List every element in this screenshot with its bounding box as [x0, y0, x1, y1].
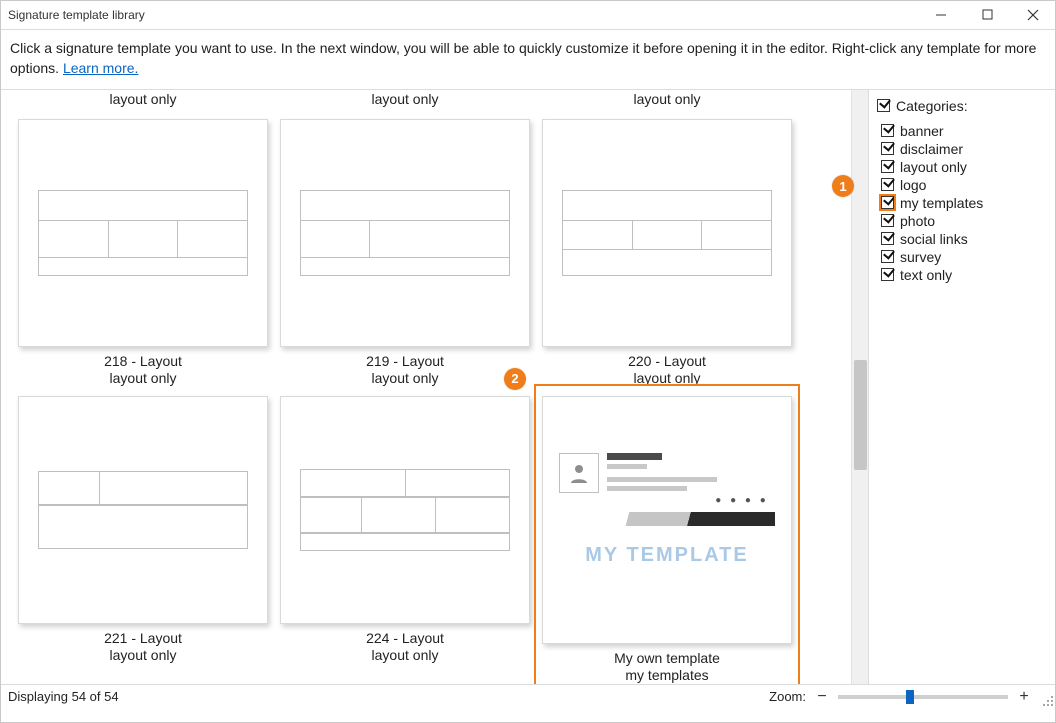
template-title-224: 224 - Layout: [280, 630, 530, 648]
template-sub-cut-c: layout only: [634, 91, 701, 107]
titlebar: Signature template library: [0, 0, 1056, 30]
template-sub-cut-a: layout only: [110, 91, 177, 107]
category-label: text only: [900, 267, 952, 283]
template-title-mytemplate: My own template: [542, 650, 792, 668]
status-text: Displaying 54 of 54: [8, 689, 769, 704]
minimize-button[interactable]: [918, 0, 964, 30]
zoom-slider[interactable]: [838, 695, 1008, 699]
template-card-219[interactable]: [280, 119, 530, 347]
category-item-logo[interactable]: logo: [877, 176, 1048, 194]
dots-icon: ● ● ● ●: [555, 495, 779, 506]
instructions: Click a signature template you want to u…: [0, 30, 1056, 89]
category-checkbox[interactable]: [881, 124, 894, 137]
category-label: banner: [900, 123, 944, 139]
avatar-icon: [559, 453, 599, 493]
zoom-label: Zoom:: [769, 689, 806, 704]
zoom-in-button[interactable]: +: [1016, 689, 1032, 705]
category-checkbox[interactable]: [881, 196, 894, 209]
template-title-221: 221 - Layout: [18, 630, 268, 648]
category-label: social links: [900, 231, 968, 247]
category-item-banner[interactable]: banner: [877, 122, 1048, 140]
instructions-text: Click a signature template you want to u…: [10, 40, 1036, 76]
category-label: layout only: [900, 159, 967, 175]
my-template-brand: MY TEMPLATE: [555, 544, 779, 567]
template-sub-218: layout only: [18, 370, 268, 388]
category-label: my templates: [900, 195, 983, 211]
annotation-badge-1: 1: [832, 175, 854, 197]
template-card-224[interactable]: [280, 396, 530, 624]
category-checkbox[interactable]: [881, 214, 894, 227]
template-sub-220: layout only: [542, 370, 792, 388]
category-checkbox[interactable]: [881, 268, 894, 281]
categories-master-checkbox[interactable]: [877, 99, 890, 112]
annotation-badge-2: 2: [504, 368, 526, 390]
category-item-photo[interactable]: photo: [877, 212, 1048, 230]
window-title: Signature template library: [0, 8, 918, 22]
category-item-survey[interactable]: survey: [877, 248, 1048, 266]
template-sub-221: layout only: [18, 647, 268, 665]
template-card-mytemplate[interactable]: ● ● ● ● MY TEMPLATE: [542, 396, 792, 644]
template-card-221[interactable]: [18, 396, 268, 624]
gallery-scrollbar[interactable]: [851, 90, 868, 684]
category-item-text-only[interactable]: text only: [877, 266, 1048, 284]
category-checkbox[interactable]: [881, 250, 894, 263]
banner-stripe: [559, 512, 775, 526]
template-sub-mytemplate: my templates: [542, 667, 792, 684]
template-title-219: 219 - Layout: [280, 353, 530, 371]
template-title-218: 218 - Layout: [18, 353, 268, 371]
close-button[interactable]: [1010, 0, 1056, 30]
template-title-220: 220 - Layout: [542, 353, 792, 371]
category-checkbox[interactable]: [881, 232, 894, 245]
categories-header: Categories:: [896, 98, 968, 114]
template-card-218[interactable]: [18, 119, 268, 347]
zoom-out-button[interactable]: −: [814, 689, 830, 705]
category-label: disclaimer: [900, 141, 963, 157]
template-gallery: 218 - Layout layout only 216 - Layout la…: [0, 90, 868, 684]
category-item-my-templates[interactable]: my templates: [877, 194, 1048, 212]
footer: Displaying 54 of 54 Zoom: − +: [0, 685, 1056, 709]
template-sub-219: layout only: [280, 370, 530, 388]
zoom-slider-thumb[interactable]: [906, 690, 914, 704]
learn-more-link[interactable]: Learn more.: [63, 60, 138, 76]
resize-grip-icon[interactable]: [1042, 695, 1054, 707]
template-sub-cut-b: layout only: [372, 91, 439, 107]
category-label: logo: [900, 177, 926, 193]
template-sub-224: layout only: [280, 647, 530, 665]
category-item-layout-only[interactable]: layout only: [877, 158, 1048, 176]
scrollbar-thumb[interactable]: [854, 360, 867, 470]
category-label: survey: [900, 249, 941, 265]
categories-panel: Categories: banner disclaimer layout only l…: [868, 90, 1056, 684]
category-item-social-links[interactable]: social links: [877, 230, 1048, 248]
template-card-220[interactable]: [542, 119, 792, 347]
category-item-disclaimer[interactable]: disclaimer: [877, 140, 1048, 158]
category-label: photo: [900, 213, 935, 229]
category-checkbox[interactable]: [881, 160, 894, 173]
category-checkbox[interactable]: [881, 178, 894, 191]
maximize-button[interactable]: [964, 0, 1010, 30]
category-checkbox[interactable]: [881, 142, 894, 155]
